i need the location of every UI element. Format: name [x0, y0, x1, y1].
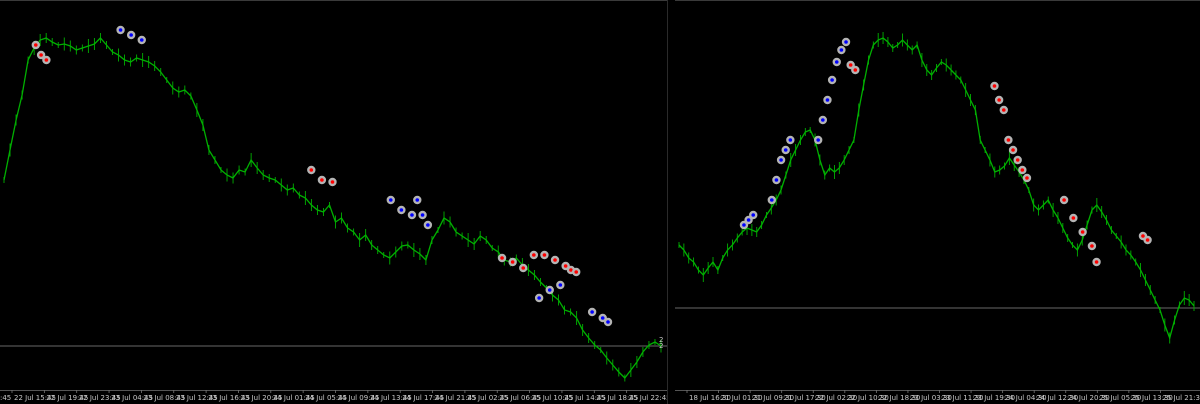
price-label: 2	[659, 342, 663, 350]
sell-signal-marker[interactable]	[1071, 216, 1076, 220]
sell-signal-marker[interactable]	[510, 260, 515, 264]
buy-signal-marker[interactable]	[420, 213, 425, 217]
buy-signal-marker[interactable]	[742, 223, 746, 227]
buy-signal-marker[interactable]	[844, 40, 848, 44]
x-tick-label: 25 Jul 22:45	[629, 394, 667, 402]
buy-signal-marker[interactable]	[558, 283, 563, 287]
sell-signal-marker[interactable]	[1001, 108, 1006, 112]
sell-signal-marker[interactable]	[848, 63, 853, 67]
buy-signal-marker[interactable]	[769, 198, 774, 202]
sell-signal-marker[interactable]	[574, 270, 579, 274]
buy-signal-marker[interactable]	[606, 320, 610, 324]
buy-signal-marker[interactable]	[388, 198, 393, 202]
buy-signal-marker[interactable]	[788, 138, 793, 142]
buy-signal-marker[interactable]	[139, 38, 144, 42]
sell-signal-marker[interactable]	[320, 178, 324, 182]
sell-signal-marker[interactable]	[309, 168, 314, 172]
buy-signal-marker[interactable]	[825, 98, 830, 102]
buy-signal-marker[interactable]	[415, 198, 420, 202]
price-chart-left[interactable]: 22 Jul 15:4522 Jul 19:4522 Jul 23:4523 J…	[0, 0, 667, 404]
buy-signal-marker[interactable]	[426, 223, 430, 227]
buy-signal-marker[interactable]	[830, 78, 834, 82]
sell-signal-marker[interactable]	[997, 98, 1001, 102]
sell-signal-marker[interactable]	[1090, 244, 1094, 248]
buy-signal-marker[interactable]	[774, 178, 779, 182]
chart-panel-right[interactable]: 18 Jul 16:30 21 Jul 01:30 21 Jul 09:30 21 J…	[675, 0, 1200, 404]
sell-signal-marker[interactable]	[1141, 234, 1145, 238]
buy-signal-marker[interactable]	[129, 33, 133, 37]
sell-signal-marker[interactable]	[1015, 158, 1020, 162]
buy-signal-marker[interactable]	[410, 213, 414, 217]
sell-signal-marker[interactable]	[1011, 148, 1015, 152]
buy-signal-marker[interactable]	[600, 316, 605, 320]
buy-signal-marker[interactable]	[839, 48, 844, 52]
sell-signal-marker[interactable]	[44, 58, 49, 62]
buy-signal-marker[interactable]	[118, 28, 123, 32]
sell-signal-marker[interactable]	[1062, 198, 1066, 202]
sell-signal-marker[interactable]	[853, 68, 858, 72]
buy-signal-marker[interactable]	[746, 218, 751, 222]
sell-signal-marker[interactable]	[1006, 138, 1011, 142]
sell-signal-marker[interactable]	[553, 258, 557, 262]
sell-signal-marker[interactable]	[1020, 168, 1025, 172]
buy-signal-marker[interactable]	[834, 60, 839, 64]
buy-signal-marker[interactable]	[399, 208, 404, 212]
sell-signal-marker[interactable]	[542, 253, 547, 257]
sell-signal-marker[interactable]	[1094, 260, 1099, 264]
sell-signal-marker[interactable]	[1145, 238, 1150, 242]
sell-signal-marker[interactable]	[500, 256, 504, 260]
buy-signal-marker[interactable]	[547, 288, 552, 292]
price-series-line	[678, 37, 1195, 341]
sell-signal-marker[interactable]	[563, 264, 568, 268]
sell-signal-marker[interactable]	[521, 266, 526, 270]
sell-signal-marker[interactable]	[1080, 230, 1085, 234]
sell-signal-marker[interactable]	[992, 84, 997, 88]
sell-signal-marker[interactable]	[33, 43, 38, 47]
sell-signal-marker[interactable]	[330, 180, 335, 184]
chart-panel-left[interactable]: 22 Jul 15:45 22 Jul 19:45 22 Jul 23:45 23 J…	[0, 0, 667, 404]
buy-signal-marker[interactable]	[537, 296, 541, 300]
x-tick-label: :45	[0, 394, 11, 402]
buy-signal-marker[interactable]	[779, 158, 783, 162]
buy-signal-marker[interactable]	[816, 138, 820, 142]
buy-signal-marker[interactable]	[590, 310, 594, 314]
price-series-line	[3, 37, 662, 379]
sell-signal-marker[interactable]	[1025, 176, 1029, 180]
price-chart-right[interactable]: 18 Jul 16:3021 Jul 01:3021 Jul 09:3021 J…	[675, 0, 1200, 404]
sell-signal-marker[interactable]	[39, 53, 43, 57]
buy-signal-marker[interactable]	[751, 213, 756, 217]
x-tick-label: 25 Jul 21:30	[1162, 394, 1200, 402]
sell-signal-marker[interactable]	[532, 253, 536, 257]
buy-signal-marker[interactable]	[783, 148, 788, 152]
buy-signal-marker[interactable]	[821, 118, 825, 122]
